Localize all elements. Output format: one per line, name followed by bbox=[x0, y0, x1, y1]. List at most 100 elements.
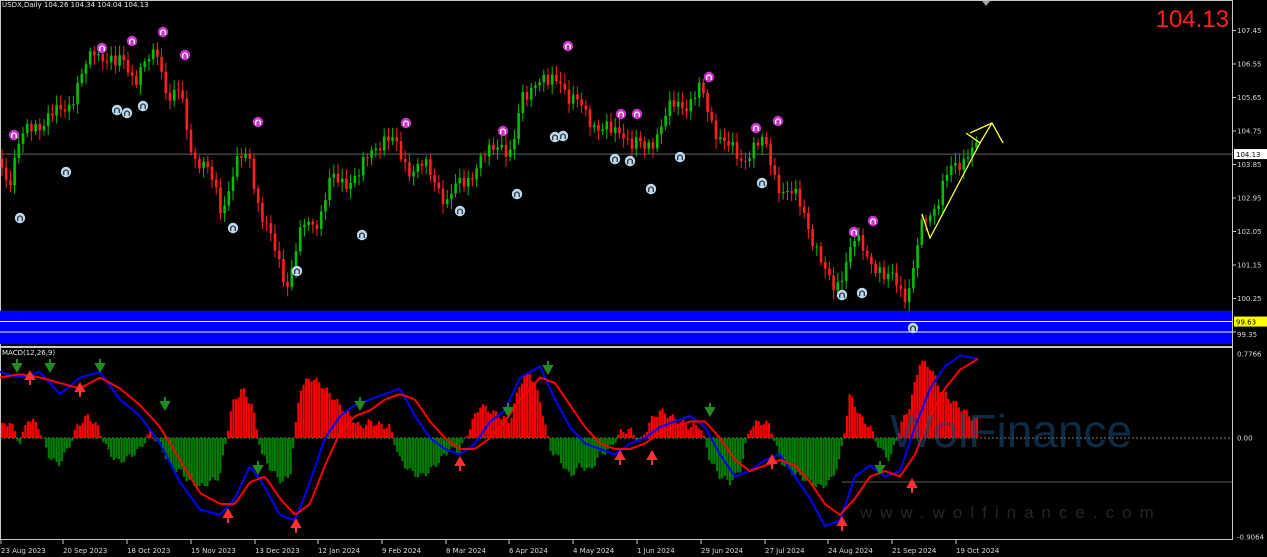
macd-histogram-bar bbox=[229, 411, 232, 438]
macd-histogram-bar bbox=[422, 438, 425, 474]
candle-body bbox=[634, 137, 638, 149]
macd-histogram-bar bbox=[864, 423, 867, 438]
watermark-url: www.wolfinance.com bbox=[860, 503, 1162, 522]
macd-histogram-bar bbox=[814, 438, 817, 488]
candle-body bbox=[576, 94, 579, 100]
macd-histogram-bar bbox=[268, 438, 271, 471]
candle-body bbox=[349, 182, 352, 189]
candle-body bbox=[815, 246, 819, 248]
macd-histogram-bar bbox=[359, 425, 362, 438]
candle-body bbox=[67, 104, 71, 112]
candle-body bbox=[72, 104, 75, 106]
macd-histogram-bar bbox=[201, 438, 204, 484]
fractal-up-icon bbox=[8, 129, 20, 141]
candle-body bbox=[315, 224, 319, 229]
candle-body bbox=[319, 211, 323, 229]
y-tick-label: 102.95 bbox=[1237, 194, 1262, 202]
candle-body bbox=[949, 165, 953, 175]
macd-histogram-bar bbox=[484, 405, 487, 438]
candle-body bbox=[571, 94, 575, 104]
macd-histogram-bar bbox=[128, 438, 131, 455]
macd-histogram-bar bbox=[289, 438, 292, 475]
macd-histogram-bar bbox=[401, 438, 404, 462]
macd-histogram-bar bbox=[94, 421, 97, 438]
candle-body bbox=[185, 98, 189, 130]
macd-histogram-bar bbox=[146, 434, 149, 438]
macd-histogram-bar bbox=[411, 438, 414, 471]
macd-histogram-bar bbox=[255, 429, 258, 438]
candle-body bbox=[664, 115, 667, 127]
candle-body bbox=[387, 136, 390, 141]
macd-histogram-bar bbox=[97, 425, 100, 438]
macd-histogram-bar bbox=[177, 438, 180, 469]
macd-histogram-bar bbox=[385, 427, 388, 438]
candle-body bbox=[802, 206, 806, 213]
macd-histogram-bar bbox=[112, 438, 115, 461]
candle-body bbox=[933, 208, 936, 216]
candle-body bbox=[962, 158, 966, 170]
macd-histogram-bar bbox=[489, 413, 492, 438]
macd-histogram-bar bbox=[247, 403, 251, 438]
macd-histogram-bar bbox=[843, 433, 846, 438]
macd-histogram-bar bbox=[47, 438, 50, 459]
macd-histogram-bar bbox=[37, 428, 40, 438]
macd-histogram-bar bbox=[169, 438, 173, 464]
macd-histogram-bar bbox=[206, 438, 209, 487]
x-tick-label: 8 Mar 2024 bbox=[446, 547, 486, 555]
macd-histogram-bar bbox=[884, 438, 888, 458]
macd-histogram-bar bbox=[760, 424, 763, 438]
macd-histogram-bar bbox=[791, 438, 794, 476]
macd-histogram-bar bbox=[500, 419, 503, 438]
candle-body bbox=[937, 205, 940, 209]
fractal-down-icon bbox=[291, 265, 303, 277]
macd-histogram-bar bbox=[198, 438, 201, 487]
candle-body bbox=[706, 93, 709, 112]
candle-body bbox=[51, 113, 54, 116]
candle-body bbox=[609, 121, 613, 133]
macd-histogram-bar bbox=[419, 438, 422, 474]
zone-lower-tag: 99.35 bbox=[1237, 331, 1257, 339]
candle-body bbox=[786, 191, 789, 193]
candle-body bbox=[639, 137, 642, 142]
macd-histogram-bar bbox=[221, 438, 225, 456]
macd-histogram-bar bbox=[159, 438, 162, 442]
candle-body bbox=[903, 288, 907, 303]
macd-histogram-bar bbox=[773, 438, 776, 441]
macd-histogram-bar bbox=[266, 438, 269, 464]
price-chart[interactable]: 107.45 106.55 105.65 104.75 103.85 102.95 102.… bbox=[0, 0, 1267, 347]
macd-histogram-bar bbox=[375, 424, 378, 438]
macd-histogram-bar bbox=[697, 428, 700, 438]
macd-histogram-bar bbox=[715, 438, 719, 471]
macd-histogram-bar bbox=[559, 438, 563, 464]
macd-histogram-bar bbox=[866, 427, 869, 438]
candle-body bbox=[504, 144, 508, 157]
macd-histogram-bar bbox=[786, 438, 789, 466]
macd-histogram-bar bbox=[817, 438, 820, 484]
candle-body bbox=[891, 272, 894, 274]
fractal-down-icon bbox=[60, 166, 72, 178]
candle-body bbox=[580, 99, 583, 106]
macd-histogram-bar bbox=[60, 438, 63, 462]
candle-body bbox=[93, 51, 96, 56]
candle-body bbox=[466, 178, 470, 187]
shift-marker-icon bbox=[982, 1, 990, 6]
macd-histogram-bar bbox=[705, 438, 708, 448]
macd-histogram-bar bbox=[45, 438, 48, 448]
candle-body bbox=[836, 282, 840, 291]
macd-histogram-bar bbox=[409, 438, 412, 469]
x-tick-label: 19 Oct 2024 bbox=[956, 547, 1000, 555]
sell-arrow-icon bbox=[94, 359, 106, 374]
macd-histogram-bar bbox=[695, 425, 698, 438]
macd-histogram-bar bbox=[871, 431, 875, 438]
candle-body bbox=[17, 143, 21, 158]
candle-body bbox=[345, 178, 348, 189]
x-tick-label: 6 Apr 2024 bbox=[509, 547, 548, 555]
candle-body bbox=[76, 83, 79, 105]
fractal-down-icon bbox=[121, 107, 133, 119]
candle-body bbox=[328, 177, 331, 200]
candle-body bbox=[454, 183, 457, 194]
candle-body bbox=[689, 99, 693, 112]
macd-histogram-bar bbox=[669, 416, 672, 438]
sell-arrow-icon bbox=[252, 461, 264, 476]
candle-body bbox=[668, 100, 672, 116]
